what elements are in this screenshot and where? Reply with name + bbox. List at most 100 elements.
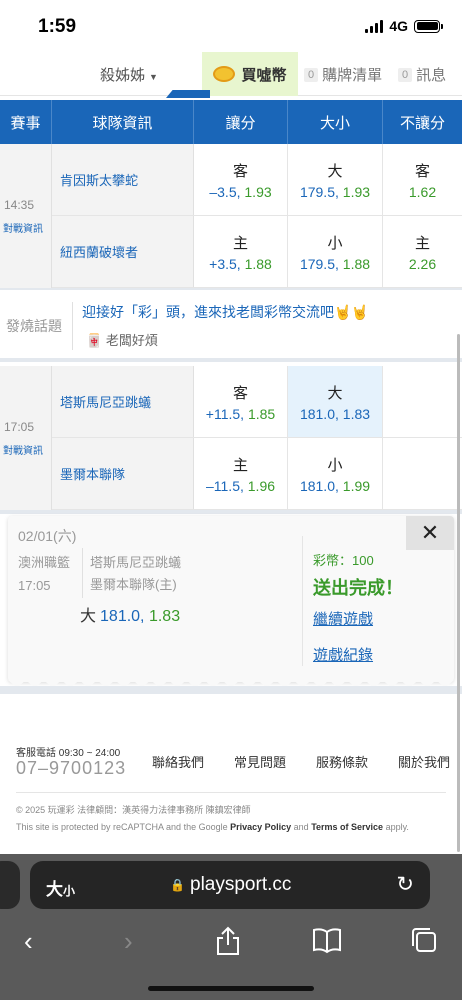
bet-pick: 大 181.0, 1.83 [80,602,180,626]
submit-success-text: 送出完成！ [313,578,403,598]
bookmarks-icon[interactable] [312,926,342,961]
signal-icon [365,19,384,33]
spread-cell[interactable]: 客 +11.5, 1.85 [194,366,288,437]
message-count: 0 [398,67,413,82]
messages-label: 訊息 [416,67,447,84]
total-odds: 1.99 [342,477,371,494]
game-row: 17:05 對戰資訊 塔斯馬尼亞跳蟻 客 +11.5, 1.85 大 181.0, … [0,366,462,514]
game-time: 17:05 [18,578,51,593]
header-spread: 讓分 [194,100,288,144]
team-name[interactable]: 肯因斯太攀蛇 [52,144,194,215]
forward-icon: › [124,926,133,956]
about-link[interactable]: 關於我們 [398,752,462,771]
hand-emoji-icon: 🤘🤘 [334,304,369,320]
buy-coins-button[interactable]: 買噓幣 [202,52,298,96]
matchup-info-link[interactable]: 對戰資訊 [3,220,43,235]
terms-link[interactable]: 服務條款 [316,752,398,771]
moneyline-cell[interactable]: 客 1.62 [383,144,462,215]
status-time: 1:59 [38,16,77,37]
text-size-button[interactable]: 大小 [46,875,75,900]
privacy-policy-link[interactable]: Privacy Policy [230,822,291,832]
cart-count: 0 [304,67,319,82]
header-event: 賽事 [0,100,52,144]
matchup-info-link[interactable]: 對戰資訊 [3,442,43,457]
messages-button[interactable]: 0 訊息 [398,64,446,85]
scrollbar[interactable] [457,334,460,852]
game-time: 14:35 [4,198,35,212]
total-cell-selected[interactable]: 大 181.0, 1.83 [288,366,383,437]
divider [72,302,73,350]
share-icon[interactable] [214,926,242,963]
section-divider [0,686,462,694]
team-name[interactable]: 塔斯馬尼亞跳蟻 [52,366,194,437]
spread-line: +11.5, [205,405,245,422]
pick-odds: 1.83 [148,608,181,625]
spread-side: 主 [232,456,248,474]
spread-line: –11.5, [205,477,244,494]
header-team: 球隊資訊 [52,100,194,144]
tab-notch [166,90,210,98]
user-menu[interactable]: 殺姊姊 ▼ [100,64,158,85]
team-row: 墨爾本聯隊 主 –11.5, 1.96 小 181.0, 1.99 [52,438,462,510]
cart-button[interactable]: 0 購牌清單 [304,64,382,85]
total-cell[interactable]: 小 179.5, 1.88 [288,216,383,287]
close-icon: ✕ [420,520,440,545]
continue-game-link[interactable]: 繼續遊戲 [313,608,373,629]
service-hours: 客服電話 09:30 ~ 24:00 [16,748,121,759]
pick-side: 大 [80,608,97,625]
total-side: 大 [327,384,343,402]
total-cell[interactable]: 小 181.0, 1.99 [288,438,383,509]
spread-cell[interactable]: 客 –3.5, 1.93 [194,144,288,215]
buy-coins-label: 買噓幣 [241,66,287,84]
team-row: 塔斯馬尼亞跳蟻 客 +11.5, 1.85 大 181.0, 1.83 [52,366,462,438]
previous-tab-preview[interactable] [0,861,20,909]
odds-table-header: 賽事 球隊資訊 讓分 大小 不讓分 [0,100,462,144]
top-nav: 殺姊姊 ▼ 買噓幣 0 購牌清單 0 訊息 [0,52,462,96]
spread-cell[interactable]: 主 –11.5, 1.96 [194,438,288,509]
faq-link[interactable]: 常見問題 [234,752,316,771]
bet-confirmation-popup: ✕ 02/01(六) 澳洲職籃 17:05 塔斯馬尼亞跳蟻 墨爾本聯隊(主) 大… [8,516,454,688]
total-cell[interactable]: 大 179.5, 1.93 [288,144,383,215]
url-text: playsport.cc [190,874,292,895]
hot-topic-banner[interactable]: 發燒話題 迎接好「彩」頭，進來找老闆彩幣交流吧🤘🤘 🀄 老闆好煩 [0,290,462,362]
tabs-icon[interactable] [410,926,438,961]
spread-odds: 1.88 [244,255,272,272]
user-name: 殺姊姊 [100,67,146,84]
hot-topic-author: 🀄 老闆好煩 [86,333,158,348]
total-odds: 1.83 [342,405,371,422]
moneyline-odds: 2.26 [408,255,437,272]
close-button[interactable]: ✕ [406,516,454,550]
address-bar[interactable]: 大小 🔒 playsport.cc ↻ [30,861,430,909]
hot-topic-title[interactable]: 迎接好「彩」頭，進來找老闆彩幣交流吧🤘🤘 [82,302,369,322]
team-row: 紐西蘭破壞者 主 +3.5, 1.88 小 179.5, 1.88 主 2.26 [52,216,462,288]
status-icons: 4G [365,18,443,34]
total-side: 大 [327,162,343,180]
moneyline-side: 客 [414,162,430,180]
total-side: 小 [327,456,343,474]
header-moneyline: 不讓分 [399,114,445,132]
divider [82,548,83,598]
team-name[interactable]: 墨爾本聯隊 [52,438,194,509]
game-row: 14:35 對戰資訊 肯因斯太攀蛇 客 –3.5, 1.93 大 179.5, 1.… [0,144,462,292]
moneyline-cell[interactable]: 主 2.26 [383,216,462,287]
game-date: 02/01(六) [18,528,77,544]
total-line: 179.5, [299,183,339,200]
moneyline-cell [383,366,462,437]
service-phone[interactable]: 07–9700123 [16,758,126,779]
divider [302,536,303,666]
terms-of-service-link[interactable]: Terms of Service [311,822,383,832]
contact-link[interactable]: 聯絡我們 [152,752,234,771]
moneyline-cell [383,438,462,509]
caret-down-icon: ▼ [149,72,158,82]
total-odds: 1.88 [342,255,371,272]
browser-toolbar: 大小 🔒 playsport.cc ↻ ‹ › [0,854,462,1000]
recaptcha-notice: This site is protected by reCAPTCHA and … [16,822,409,832]
team-name[interactable]: 紐西蘭破壞者 [52,216,194,287]
spread-odds: 1.85 [247,405,276,422]
network-label: 4G [389,18,408,34]
reload-icon[interactable]: ↻ [396,872,414,897]
coin-icon [213,66,236,82]
spread-cell[interactable]: 主 +3.5, 1.88 [194,216,288,287]
back-icon[interactable]: ‹ [24,926,33,957]
game-history-link[interactable]: 遊戲紀錄 [313,644,373,665]
